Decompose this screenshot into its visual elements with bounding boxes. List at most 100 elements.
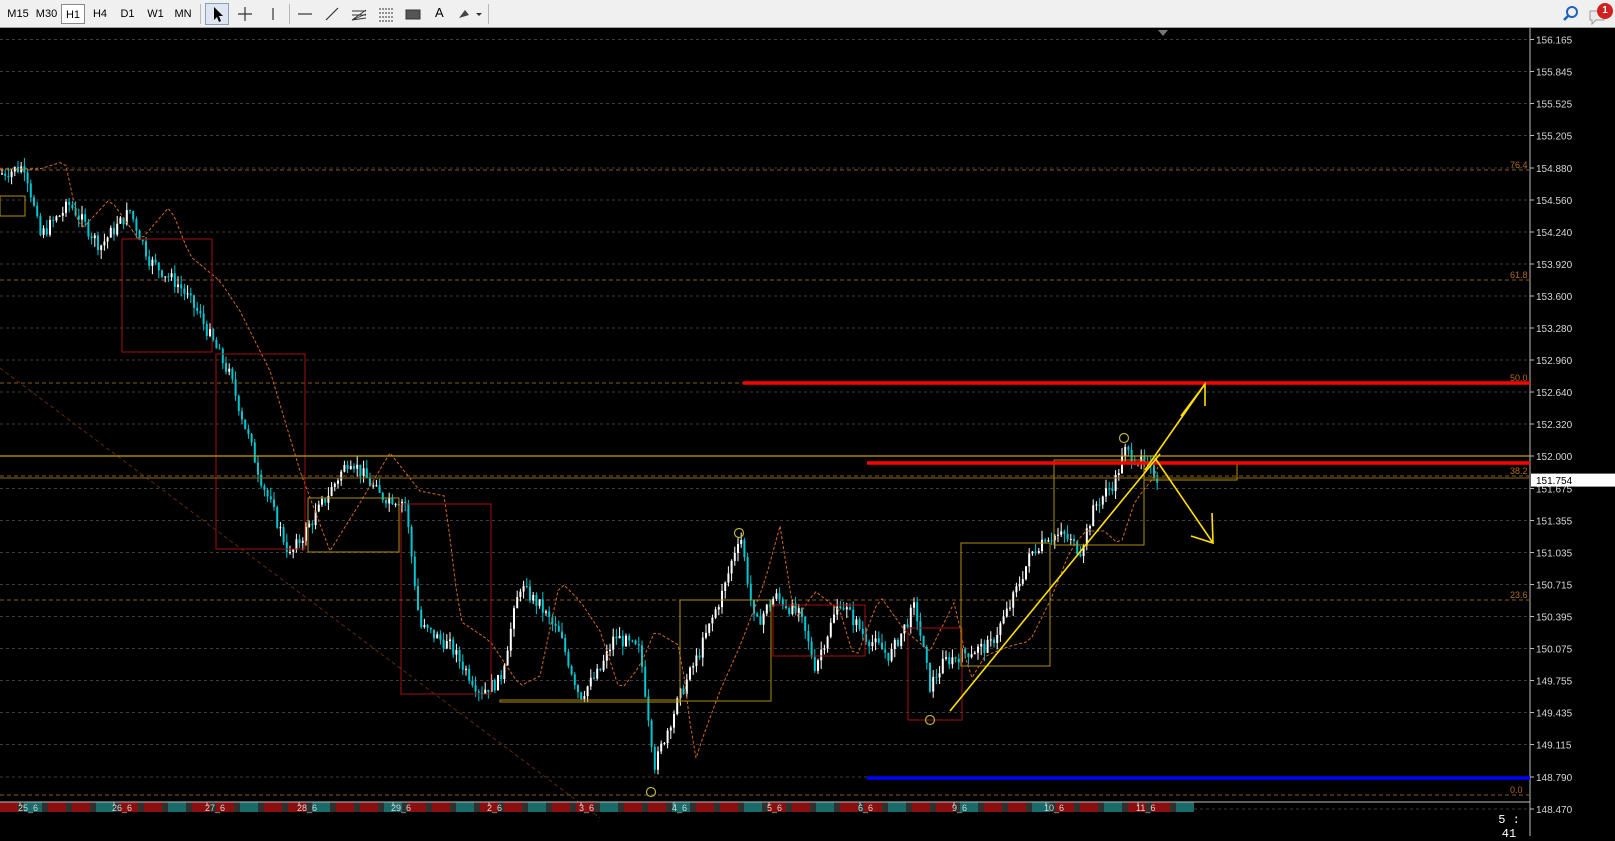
candle-body: [577, 685, 579, 693]
candle-body: [557, 625, 560, 632]
date-label: 11_6: [1136, 803, 1155, 813]
candle-body: [525, 585, 528, 587]
candle-body: [436, 634, 439, 639]
candle-body: [77, 215, 80, 220]
time-scale-segment: [168, 802, 186, 812]
candle-body: [231, 368, 234, 380]
candle-body: [189, 293, 192, 296]
fib-level-label: 38.2: [1510, 466, 1528, 476]
candle-body: [701, 637, 704, 658]
timeframe-m30[interactable]: M30: [33, 4, 60, 24]
candle-body: [346, 465, 349, 469]
candle-body: [548, 611, 551, 617]
candle-body: [644, 666, 647, 697]
candle-body: [788, 608, 791, 614]
candle-body: [785, 605, 787, 609]
rectangle-tool[interactable]: [401, 3, 425, 25]
candle-body: [708, 623, 711, 633]
candle-body: [948, 657, 951, 665]
trendline-tool[interactable]: [320, 3, 344, 25]
time-scale-segment: [528, 802, 546, 812]
candle-body: [298, 539, 301, 543]
candle-body: [689, 667, 691, 680]
shapes-menu-icon: [459, 10, 482, 18]
candle-body: [359, 464, 362, 476]
candle-body: [845, 607, 848, 610]
candle-body: [740, 539, 743, 544]
candle-body: [173, 273, 176, 287]
candle-body: [823, 648, 826, 650]
candle-body: [330, 486, 333, 496]
price-label: 154.880: [1536, 164, 1573, 175]
fibonacci-retracement-tool[interactable]: [374, 3, 398, 25]
price-label: 149.115: [1536, 741, 1572, 752]
date-label: 2_6: [487, 803, 502, 813]
crosshair-tool[interactable]: [233, 3, 257, 25]
candle-body: [237, 395, 240, 412]
candle-body: [1018, 583, 1021, 587]
candle-body: [317, 504, 320, 512]
fibonacci-retracement-icon: [379, 8, 393, 22]
price-chart[interactable]: 156.165 155.845 155.525 155.205 154.880 154.5…: [0, 28, 1615, 836]
candle-body: [218, 348, 221, 350]
candle-body: [65, 201, 67, 213]
candle-body: [1063, 531, 1066, 534]
candle-body: [257, 462, 259, 475]
candle-body: [922, 635, 925, 647]
cursor-tool[interactable]: [205, 3, 229, 25]
timeframe-m15[interactable]: M15: [4, 4, 32, 24]
candle-body: [276, 507, 279, 528]
candle-body: [1, 173, 3, 175]
candle-body: [1066, 533, 1069, 540]
date-label: 26_6: [112, 803, 132, 813]
time-scale-segment: [360, 802, 378, 812]
horizontal-line-icon: [298, 13, 312, 15]
candle-body: [49, 219, 51, 235]
candle-body: [148, 256, 151, 266]
vertical-line-tool[interactable]: [261, 3, 285, 25]
candle-body: [487, 689, 490, 692]
shapes-menu-tool[interactable]: [455, 3, 485, 25]
candle-body: [372, 485, 375, 487]
candle-body: [97, 235, 99, 251]
candle-body: [394, 504, 397, 506]
candle-body: [849, 607, 851, 610]
candle-body: [567, 652, 570, 667]
candle-body: [449, 639, 451, 642]
candle-body: [900, 633, 903, 647]
candle-body: [1047, 540, 1050, 542]
candle-body: [714, 609, 717, 618]
timeframe-w1[interactable]: W1: [142, 4, 169, 24]
timeframe-d1[interactable]: D1: [114, 4, 141, 24]
candle-body: [1117, 473, 1120, 476]
horizontal-line-tool[interactable]: [293, 3, 317, 25]
candle-body: [605, 651, 608, 661]
toolbar-separator: [289, 4, 290, 24]
candle-body: [285, 542, 288, 553]
candle-body: [68, 201, 71, 205]
candle-body: [957, 658, 960, 663]
candle-body: [455, 649, 458, 655]
candle-body: [1015, 586, 1018, 593]
timeframe-h1[interactable]: H1: [61, 4, 85, 24]
candle-body: [897, 639, 899, 647]
candle-body: [733, 552, 736, 561]
candle-body: [129, 210, 131, 212]
timeframe-h4[interactable]: H4: [87, 4, 113, 24]
candle-body: [161, 270, 163, 277]
candle-body: [829, 622, 832, 637]
candle-body: [506, 650, 509, 666]
candle-body: [458, 649, 461, 662]
search-button[interactable]: [1562, 5, 1580, 23]
candle-body: [868, 641, 871, 647]
candle-body: [1050, 540, 1053, 542]
candle-body: [810, 641, 813, 657]
fibonacci-fan-tool[interactable]: [347, 3, 371, 25]
candle-body: [410, 526, 413, 557]
timeframe-mn[interactable]: MN: [170, 4, 196, 24]
candle-body: [721, 590, 723, 608]
date-label: 28_6: [297, 803, 317, 813]
candle-body: [954, 657, 957, 659]
candle-body: [503, 665, 506, 680]
text-tool[interactable]: A: [428, 3, 452, 25]
